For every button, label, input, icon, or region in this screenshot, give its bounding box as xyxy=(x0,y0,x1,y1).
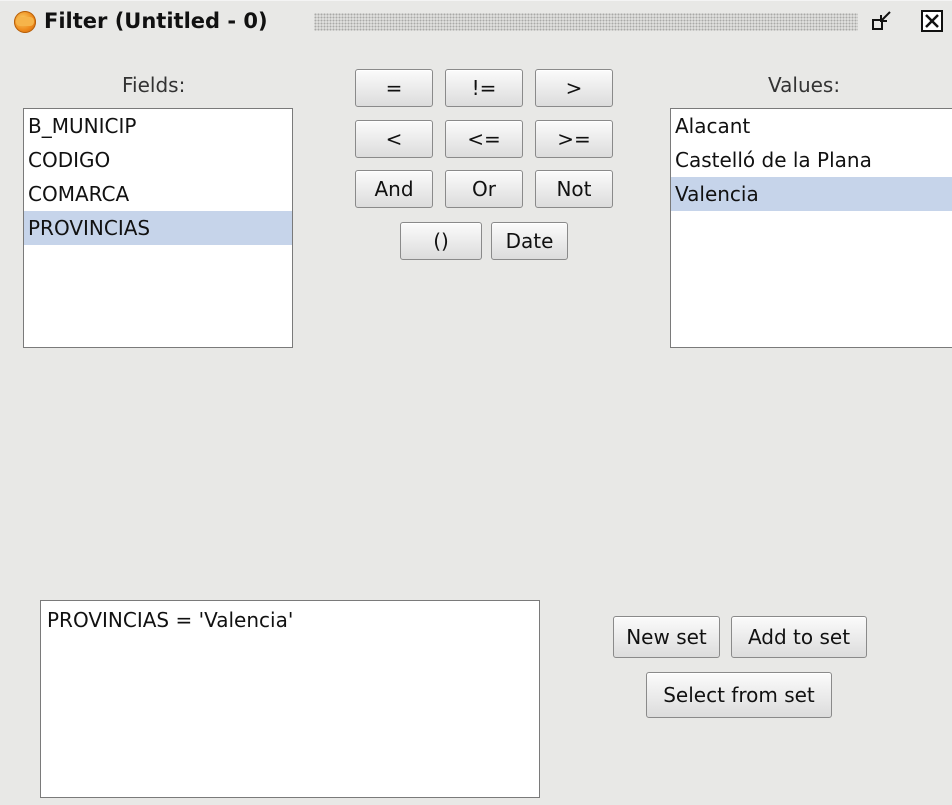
greater-than-button[interactable]: > xyxy=(535,69,613,107)
filter-expression-field[interactable]: PROVINCIAS = 'Valencia' xyxy=(40,600,540,798)
list-item[interactable]: B_MUNICIP xyxy=(24,109,292,143)
list-item[interactable]: COMARCA xyxy=(24,177,292,211)
parentheses-button[interactable]: () xyxy=(400,222,482,260)
not-equals-button[interactable]: != xyxy=(445,69,523,107)
select-from-set-button[interactable]: Select from set xyxy=(646,672,832,718)
and-button[interactable]: And xyxy=(355,170,433,208)
add-to-set-button[interactable]: Add to set xyxy=(731,616,867,658)
less-equal-button[interactable]: <= xyxy=(445,120,523,158)
list-item[interactable]: PROVINCIAS xyxy=(24,211,292,245)
or-button[interactable]: Or xyxy=(445,170,523,208)
window-title: Filter (Untitled - 0) xyxy=(44,9,268,33)
date-button[interactable]: Date xyxy=(491,222,568,260)
less-than-button[interactable]: < xyxy=(355,120,433,158)
new-set-button[interactable]: New set xyxy=(613,616,720,658)
greater-equal-button[interactable]: >= xyxy=(535,120,613,158)
equals-button[interactable]: = xyxy=(355,69,433,107)
list-item[interactable]: Castelló de la Plana xyxy=(671,143,952,177)
list-item[interactable]: CODIGO xyxy=(24,143,292,177)
values-list[interactable]: Alacant Castelló de la Plana Valencia xyxy=(670,108,952,348)
title-bar-grip[interactable] xyxy=(314,13,858,31)
close-icon[interactable] xyxy=(920,9,944,33)
fields-label: Fields: xyxy=(122,73,186,97)
fields-list[interactable]: B_MUNICIP CODIGO COMARCA PROVINCIAS xyxy=(23,108,293,348)
title-bar[interactable]: Filter (Untitled - 0) xyxy=(0,0,952,40)
not-button[interactable]: Not xyxy=(535,170,613,208)
values-label: Values: xyxy=(768,73,841,97)
minimize-icon[interactable] xyxy=(870,9,894,33)
list-item[interactable]: Valencia xyxy=(671,177,952,211)
app-icon xyxy=(14,11,36,33)
list-item[interactable]: Alacant xyxy=(671,109,952,143)
